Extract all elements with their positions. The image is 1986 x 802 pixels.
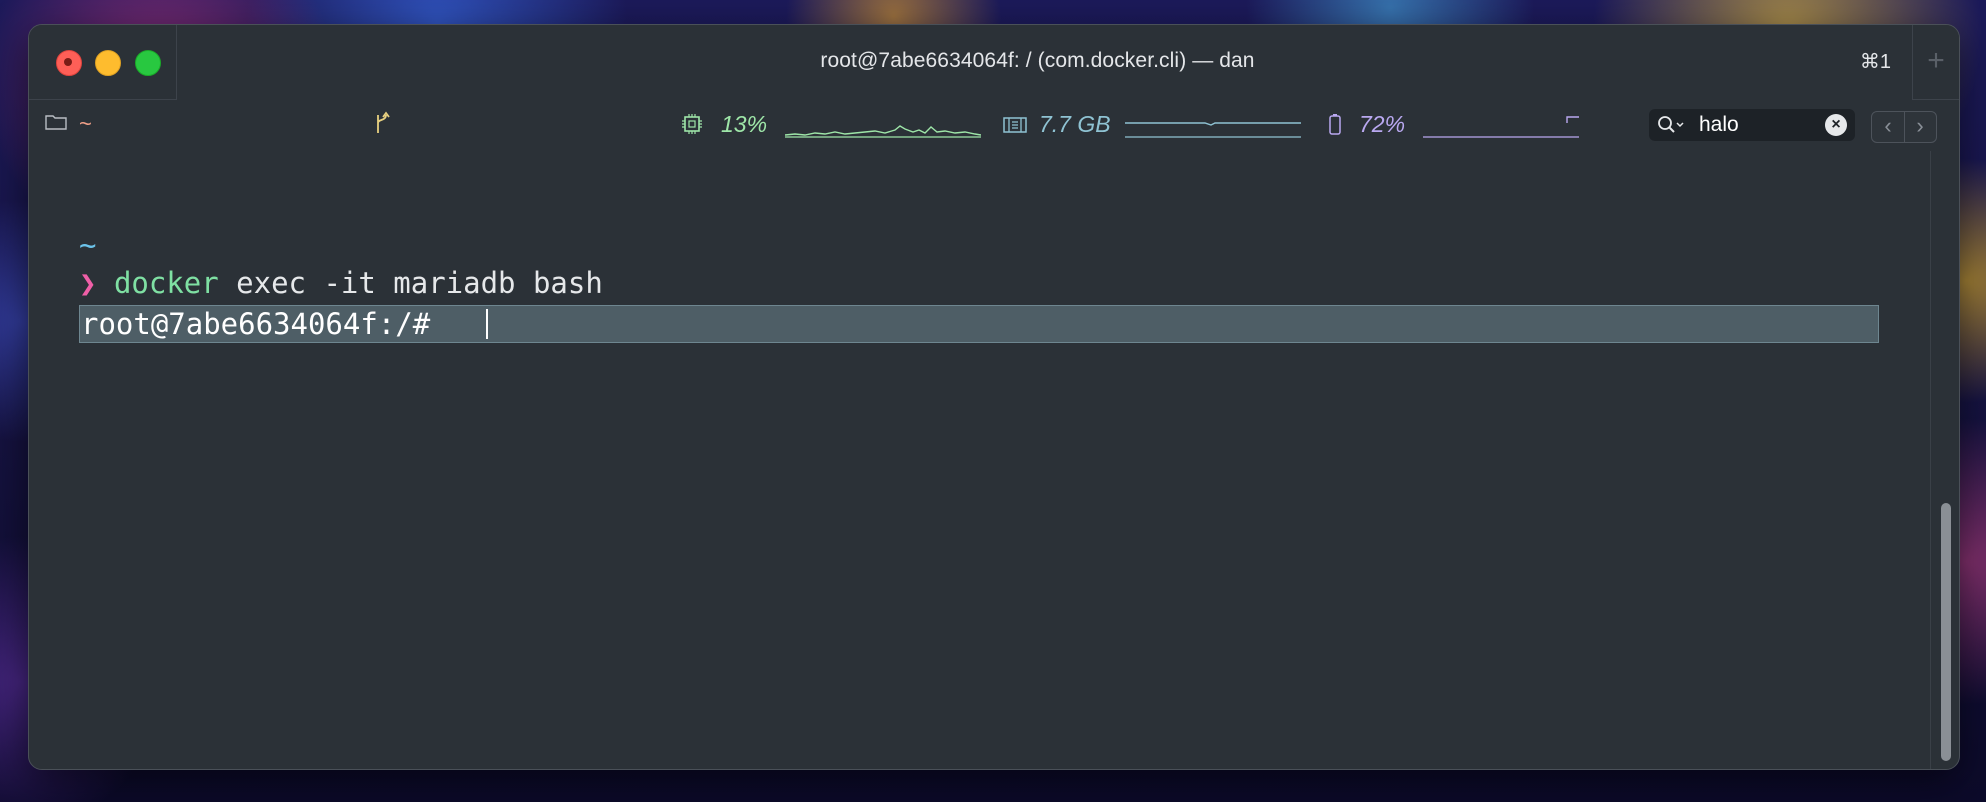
find-navigation: ‹ ›	[1871, 111, 1937, 143]
title-bar: root@7abe6634064f: / (com.docker.cli) — …	[29, 25, 1959, 100]
close-icon	[64, 58, 72, 66]
terminal-window: root@7abe6634064f: / (com.docker.cli) — …	[28, 24, 1960, 770]
cpu-usage-graph	[785, 125, 981, 138]
status-bar: ~ 13% 7.7 GB 72% halo × ‹ ›	[29, 99, 1959, 151]
memory-usage-graph	[1125, 122, 1301, 138]
scrollbar-thumb[interactable]	[1941, 503, 1951, 761]
find-field[interactable]: halo ×	[1649, 109, 1855, 141]
cwd-line: ~	[79, 228, 97, 262]
clear-search-icon[interactable]: ×	[1825, 114, 1847, 136]
tab-shortcut-label: ⌘1	[1859, 51, 1891, 73]
folder-icon	[45, 115, 67, 130]
memory-usage: 7.7 GB	[1039, 111, 1111, 137]
close-window-button[interactable]	[56, 50, 82, 76]
container-prompt: root@7abe6634064f:/#	[81, 307, 448, 341]
current-directory[interactable]: ~	[79, 111, 92, 137]
cpu-usage: 13%	[721, 111, 768, 137]
command-name: docker	[113, 266, 219, 300]
git-branch-icon	[377, 111, 390, 133]
zoom-window-button[interactable]	[135, 50, 161, 76]
memory-icon	[1003, 117, 1027, 133]
new-tab-button[interactable]: +	[1912, 25, 1959, 100]
minimize-window-button[interactable]	[95, 50, 121, 76]
text-cursor	[486, 309, 488, 339]
current-input-line[interactable]: root@7abe6634064f:/#	[79, 305, 1879, 343]
find-input[interactable]: halo	[1699, 113, 1739, 137]
find-previous-button[interactable]: ‹	[1872, 112, 1905, 142]
window-controls	[29, 25, 177, 100]
command-args: exec -it mariadb bash	[218, 266, 603, 300]
cpu-icon	[682, 114, 702, 134]
battery-level: 72%	[1359, 111, 1406, 137]
command-line: ❯ docker exec -it mariadb bash	[79, 265, 603, 301]
search-icon[interactable]	[1657, 115, 1687, 135]
find-next-button[interactable]: ›	[1904, 112, 1936, 142]
battery-level-graph	[1423, 116, 1579, 138]
prompt-arrow-icon: ❯	[79, 266, 97, 300]
scrollbar[interactable]	[1930, 151, 1959, 769]
terminal-output[interactable]: ~ ❯ docker exec -it mariadb bash root@7a…	[29, 151, 1929, 769]
battery-icon	[1329, 114, 1341, 135]
window-title: root@7abe6634064f: / (com.docker.cli) — …	[820, 49, 1255, 72]
